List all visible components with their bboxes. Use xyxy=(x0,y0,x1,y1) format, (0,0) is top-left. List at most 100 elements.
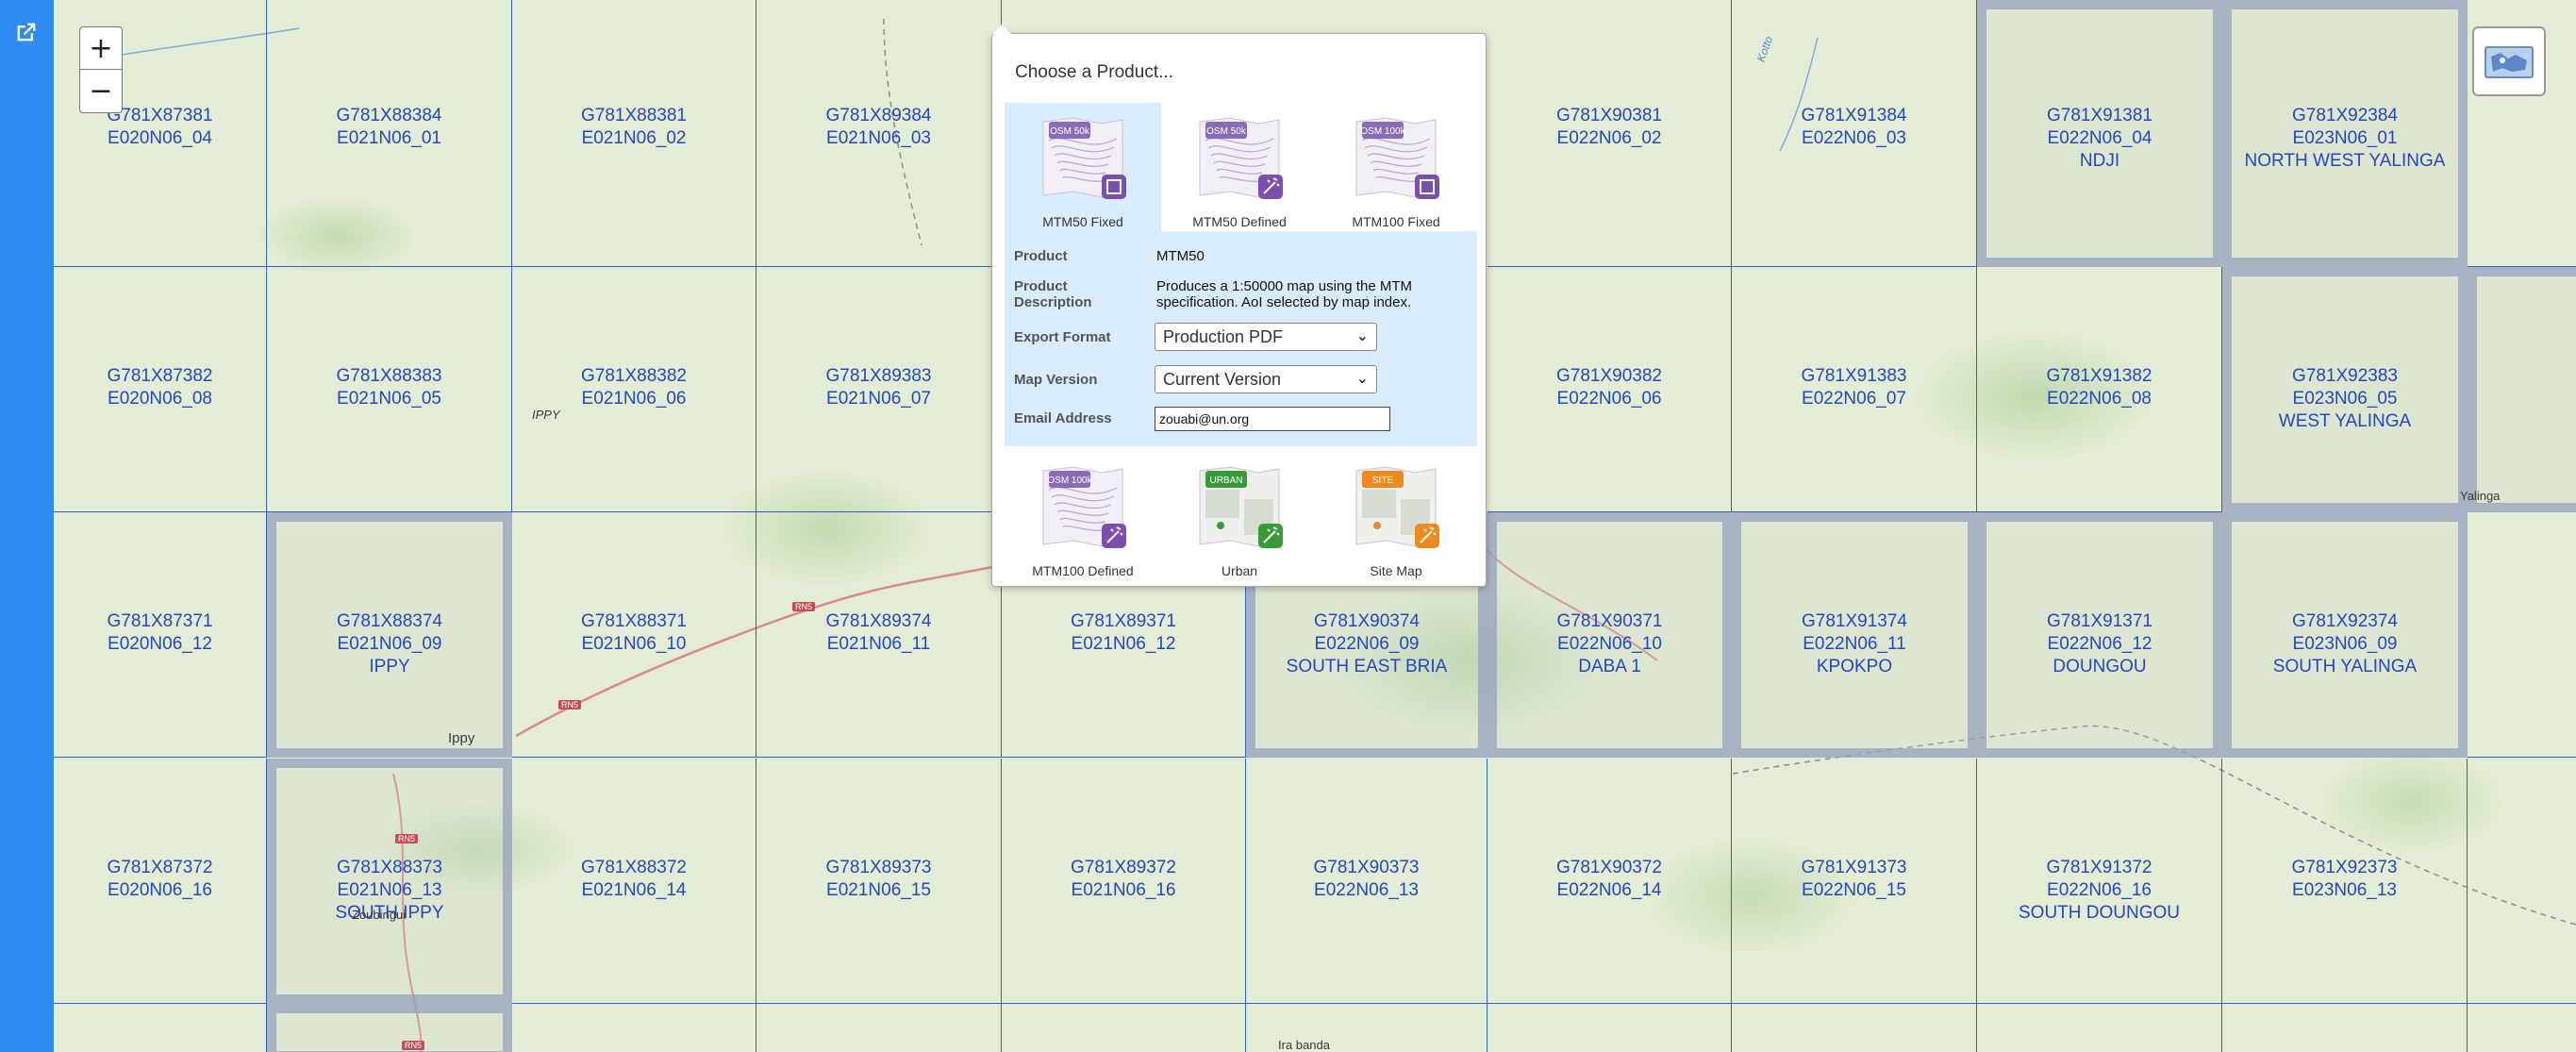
road-ref-badge: RN5 xyxy=(558,700,582,710)
tile-code: G781X90371 xyxy=(1556,611,1663,631)
tile-sheet: E021N06_16 xyxy=(1071,880,1176,900)
tile-label: G781X89372 E021N06_16 xyxy=(1002,857,1245,902)
map-tile-g781x88371[interactable]: G781X88371 E021N06_10 xyxy=(512,512,756,758)
layers-button[interactable] xyxy=(2472,26,2546,96)
tile-code: G781X90381 xyxy=(1556,106,1662,125)
map-tile-partial[interactable] xyxy=(54,1004,267,1052)
map-tile-g781x91383[interactable]: G781X91383 E022N06_07 xyxy=(1732,267,1977,512)
product-name: Site Map xyxy=(1370,563,1422,578)
export-format-select[interactable]: Production PDF ⌄ xyxy=(1155,323,1377,351)
zoom-in-button[interactable]: + xyxy=(80,27,122,70)
map-tile-g781x88374[interactable]: G781X88374 E021N06_09 IPPY xyxy=(267,512,512,758)
map-tile-partial[interactable] xyxy=(2222,1004,2468,1052)
map-tile-partial[interactable] xyxy=(2468,512,2576,758)
tile-name: SOUTH EAST BRIA xyxy=(1286,657,1448,676)
tile-sheet: E021N06_02 xyxy=(581,128,687,148)
product-option-urban[interactable]: URBAN Urban xyxy=(1161,452,1318,580)
map-tile-g781x88372[interactable]: G781X88372 E021N06_14 xyxy=(512,759,756,1004)
product-name: Urban xyxy=(1221,563,1258,578)
map-tile-g781x92374[interactable]: G781X92374 E023N06_09 SOUTH YALINGA xyxy=(2222,512,2468,758)
map-tile-g781x87382[interactable]: G781X87382 E020N06_08 xyxy=(54,267,267,512)
tile-label: G781X89373 E021N06_15 xyxy=(756,857,1001,902)
description-label-1: Product xyxy=(1014,278,1068,294)
map-tile-partial[interactable] xyxy=(512,1004,756,1052)
tile-code: G781X89383 xyxy=(825,366,932,386)
tile-label: G781X92373 E023N06_13 xyxy=(2222,857,2467,902)
tile-label: G781X88384 E021N06_01 xyxy=(267,105,511,150)
map-tile-g781x90382[interactable]: G781X90382 E022N06_06 xyxy=(1487,267,1732,512)
map-tile-partial[interactable] xyxy=(267,1004,512,1052)
tile-sheet: E021N06_13 xyxy=(337,880,442,900)
tile-label: G781X88374 E021N06_09 IPPY xyxy=(276,610,503,678)
product-badge: OSM 100k xyxy=(1047,476,1092,486)
map-tile-g781x88384[interactable]: G781X88384 E021N06_01 xyxy=(267,0,512,267)
map-tile-g781x91382[interactable]: G781X91382 E022N06_08 xyxy=(1977,267,2222,512)
tile-code: G781X88374 xyxy=(337,611,442,631)
map-tile-g781x89372[interactable]: G781X89372 E021N06_16 xyxy=(1002,759,1246,1004)
map-tile-g781x88383[interactable]: G781X88383 E021N06_05 xyxy=(267,267,512,512)
map-tile-partial[interactable] xyxy=(1732,1004,1977,1052)
tile-sheet: E022N06_16 xyxy=(2047,880,2152,900)
zoom-out-button[interactable]: − xyxy=(80,70,122,112)
map-tile-partial[interactable] xyxy=(1487,1004,1732,1052)
tile-code: G781X87371 xyxy=(107,611,213,631)
map-tile-partial[interactable] xyxy=(756,1004,1002,1052)
map-tile-g781x89383[interactable]: G781X89383 E021N06_07 xyxy=(756,267,1002,512)
map-tile-g781x87371[interactable]: G781X87371 E020N06_12 xyxy=(54,512,267,758)
tile-label: G781X92384 E023N06_01 NORTH WEST YALINGA xyxy=(2232,105,2458,173)
tile-sheet: E021N06_09 xyxy=(337,634,442,654)
description-line-2: specification. AoI selected by map index… xyxy=(1156,294,1412,310)
map-tile-g781x89373[interactable]: G781X89373 E021N06_15 xyxy=(756,759,1002,1004)
map-tile-g781x88373[interactable]: G781X88373 E021N06_13 SOUTH IPPY xyxy=(267,759,512,1004)
map-tile-partial[interactable] xyxy=(2468,759,2576,1004)
product-option-mtm100-fixed[interactable]: OSM 100k MTM100 Fixed xyxy=(1318,103,1474,231)
tile-code: G781X91381 xyxy=(2047,106,2152,125)
map-tile-g781x90381[interactable]: G781X90381 E022N06_02 xyxy=(1487,0,1732,267)
map-tile-partial[interactable] xyxy=(2468,267,2576,512)
tile-label: G781X90382 E022N06_06 xyxy=(1487,365,1731,410)
product-label: Product xyxy=(1014,248,1068,264)
map-tile-g781x88381[interactable]: G781X88381 E021N06_02 xyxy=(512,0,756,267)
tile-label: G781X90371 E022N06_10 DABA 1 xyxy=(1497,610,1722,678)
tile-code: G781X91382 xyxy=(2046,366,2152,386)
product-value: MTM50 xyxy=(1156,248,1205,264)
product-option-mtm100-defined[interactable]: OSM 100k MTM100 Defined xyxy=(1005,452,1161,580)
map-tile-g781x92384[interactable]: G781X92384 E023N06_01 NORTH WEST YALINGA xyxy=(2222,0,2468,267)
map-tile-g781x92383[interactable]: G781X92383 E023N06_05 WEST YALINGA xyxy=(2222,267,2468,512)
tile-label: G781X87371 E020N06_12 xyxy=(54,610,266,656)
map-tile-g781x91371[interactable]: G781X91371 E022N06_12 DOUNGOU xyxy=(1977,512,2222,758)
map-version-select[interactable]: Current Version ⌄ xyxy=(1155,365,1377,393)
map-tile-g781x91372[interactable]: G781X91372 E022N06_16 SOUTH DOUNGOU xyxy=(1977,759,2222,1004)
product-option-site-map[interactable]: SITE Site Map xyxy=(1318,452,1474,580)
export-format-value: Production PDF xyxy=(1163,327,1284,346)
product-badge: OSM 100k xyxy=(1360,126,1405,137)
map-tile-g781x87372[interactable]: G781X87372 E020N06_16 xyxy=(54,759,267,1004)
tile-sheet: E021N06_12 xyxy=(1071,634,1176,654)
map-tile-g781x90373[interactable]: G781X90373 E022N06_13 xyxy=(1246,759,1487,1004)
map-tile-partial[interactable] xyxy=(1977,1004,2222,1052)
map-tile-g781x90372[interactable]: G781X90372 E022N06_14 xyxy=(1487,759,1732,1004)
tile-sheet: E023N06_09 xyxy=(2292,634,2398,654)
map-tile-g781x91373[interactable]: G781X91373 E022N06_15 xyxy=(1732,759,1977,1004)
map-tile-g781x89374[interactable]: G781X89374 E021N06_11 xyxy=(756,512,1002,758)
map-tile-partial[interactable] xyxy=(1002,1004,1246,1052)
map-layers-icon xyxy=(2485,46,2534,78)
tile-code: G781X90372 xyxy=(1556,858,1662,877)
description-line-1: Produces a 1:50000 map using the MTM xyxy=(1156,278,1412,294)
place-label-ira-banda: Ira banda xyxy=(1278,1038,1330,1052)
map-tile-g781x88382[interactable]: G781X88382 E021N06_06 xyxy=(512,267,756,512)
map-tile-g781x90371[interactable]: G781X90371 E022N06_10 DABA 1 xyxy=(1487,512,1732,758)
map-tile-g781x89384[interactable]: G781X89384 E021N06_03 xyxy=(756,0,1002,267)
map-tile-g781x91381[interactable]: G781X91381 E022N06_04 NDJI xyxy=(1977,0,2222,267)
chevron-down-icon: ⌄ xyxy=(1355,328,1369,344)
place-label-ippy-region: IPPY xyxy=(532,408,560,422)
external-link-icon[interactable] xyxy=(13,19,40,45)
tile-sheet: E021N06_11 xyxy=(826,634,931,654)
map-tile-g781x92373[interactable]: G781X92373 E023N06_13 xyxy=(2222,759,2468,1004)
product-option-mtm50-defined[interactable]: OSM 50k MTM50 Defined xyxy=(1161,103,1318,231)
product-name: MTM100 Fixed xyxy=(1352,214,1440,229)
map-tile-g781x91374[interactable]: G781X91374 E022N06_11 KPOKPO xyxy=(1732,512,1977,758)
email-field[interactable] xyxy=(1155,407,1390,431)
tile-label: G781X91374 E022N06_11 KPOKPO xyxy=(1741,610,1968,678)
product-option-mtm50-fixed[interactable]: OSM 50k MTM50 Fixed xyxy=(1005,103,1161,231)
